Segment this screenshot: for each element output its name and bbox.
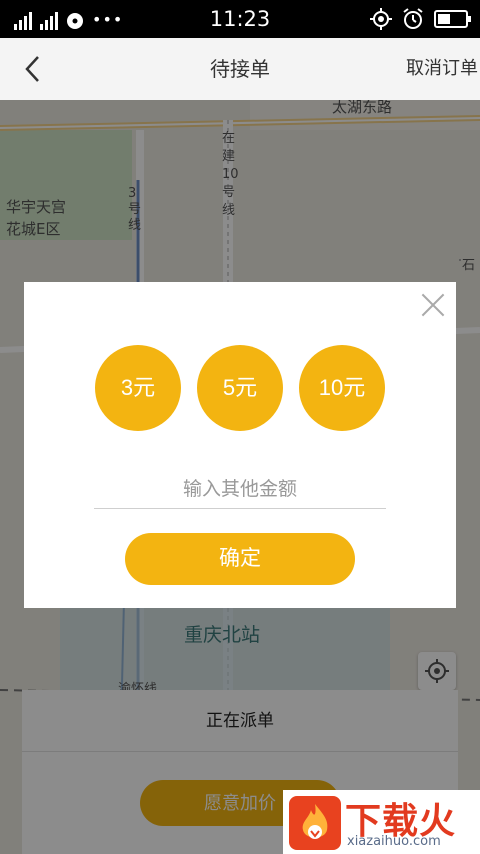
flame-logo-icon (289, 796, 341, 850)
custom-amount-input[interactable] (94, 469, 386, 509)
alarm-icon (403, 8, 423, 29)
amount-option-3[interactable]: 3元 (95, 345, 181, 431)
watermark-logo: 下载火 xiazaihuo.com (283, 790, 480, 854)
battery-icon (434, 10, 471, 28)
amount-option-10[interactable]: 10元 (299, 345, 385, 431)
amount-option-5[interactable]: 5元 (197, 345, 283, 431)
cancel-order-button[interactable]: 取消订单 (406, 38, 480, 100)
tip-amount-dialog: 3元 5元 10元 确定 (24, 282, 456, 608)
status-right-icons (370, 8, 471, 30)
battery-fill (438, 14, 450, 24)
status-bar: ••• 11:23 (0, 0, 480, 38)
confirm-button[interactable]: 确定 (125, 533, 355, 585)
close-icon[interactable] (420, 292, 446, 318)
watermark-en: xiazaihuo.com (347, 834, 441, 849)
gps-icon (370, 8, 392, 30)
app-header: 待接单 取消订单 (0, 38, 480, 100)
